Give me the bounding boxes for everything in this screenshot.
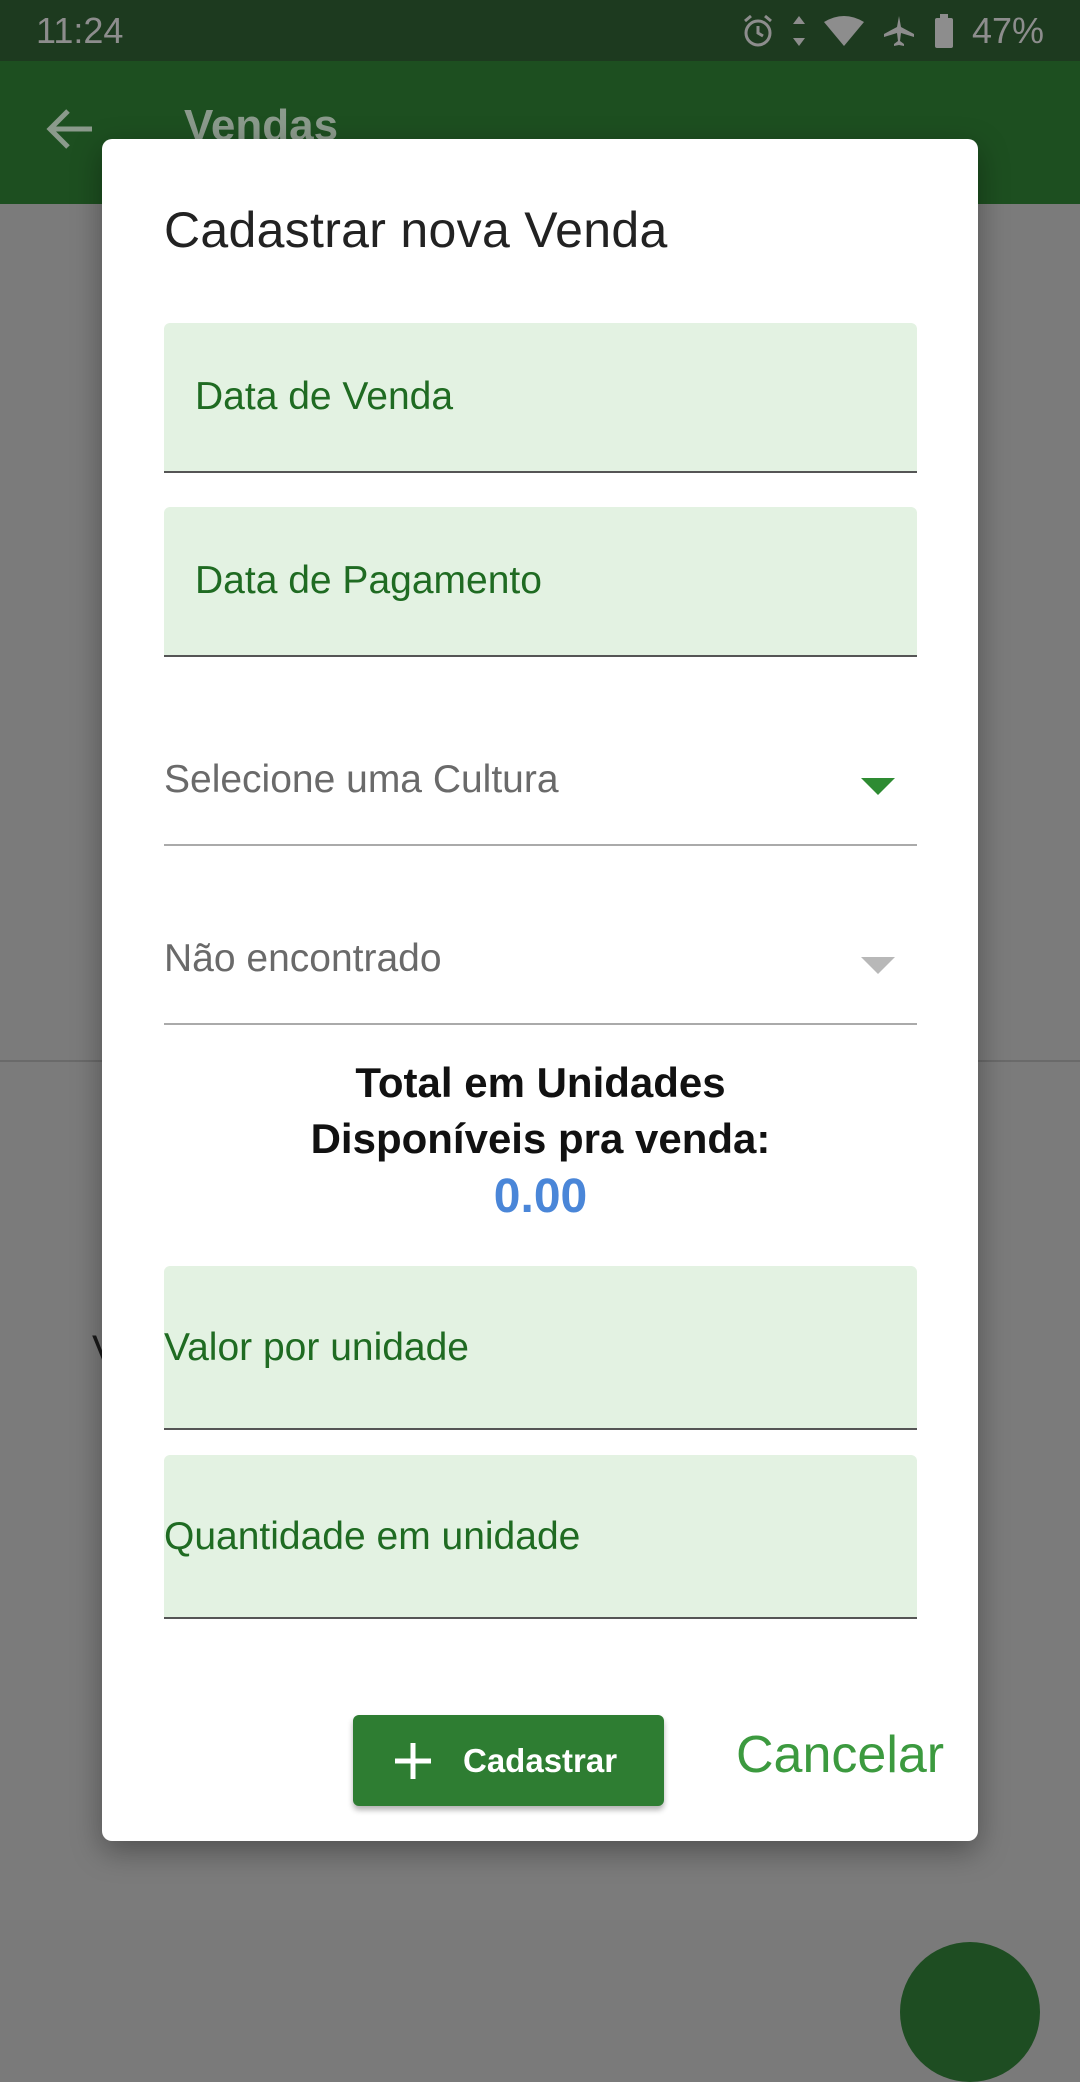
total-label-line2: Disponíveis pra venda: — [310, 1115, 771, 1162]
new-sale-dialog: Cadastrar nova Venda Data de Venda Data … — [102, 139, 978, 1841]
arrow-left-icon[interactable] — [46, 107, 94, 151]
data-arrows-icon — [792, 15, 805, 46]
wifi-icon — [823, 15, 864, 46]
total-label-line1: Total em Unidades — [355, 1059, 726, 1106]
quantity-label: Quantidade em unidade — [164, 1515, 581, 1558]
add-fab-button[interactable] — [900, 1942, 1040, 2082]
unit-value-field[interactable]: Valor por unidade — [164, 1266, 917, 1430]
unit-value-label: Valor por unidade — [164, 1326, 469, 1369]
dropdown-arrow-icon — [861, 957, 895, 974]
battery-icon — [934, 13, 953, 48]
submit-button[interactable]: Cadastrar — [353, 1715, 664, 1806]
dropdown-arrow-icon — [861, 778, 895, 795]
dialog-title: Cadastrar nova Venda — [164, 202, 668, 258]
alarm-icon — [743, 14, 772, 46]
sale-date-label: Data de Venda — [195, 375, 454, 418]
total-available: Total em Unidades Disponíveis pra venda:… — [164, 1055, 917, 1227]
airplane-icon — [883, 15, 914, 46]
status-icons: 47% — [742, 10, 1044, 52]
status-time: 11:24 — [36, 9, 124, 51]
culture-select-label: Selecione uma Cultura — [164, 758, 559, 801]
payment-date-label: Data de Pagamento — [195, 559, 542, 602]
plus-icon — [395, 1742, 431, 1779]
payment-date-field[interactable]: Data de Pagamento — [164, 507, 917, 657]
quantity-field[interactable]: Quantidade em unidade — [164, 1455, 917, 1619]
item-select-label: Não encontrado — [164, 937, 442, 980]
total-value: 0.00 — [493, 1170, 588, 1223]
submit-button-label: Cadastrar — [463, 1741, 618, 1779]
culture-select[interactable]: Selecione uma Cultura — [164, 736, 917, 846]
cancel-button[interactable]: Cancelar — [736, 1725, 944, 1785]
status-bar: 11:24 47% — [0, 0, 1080, 61]
sale-date-field[interactable]: Data de Venda — [164, 323, 917, 473]
item-select[interactable]: Não encontrado — [164, 915, 917, 1025]
battery-level: 47% — [971, 9, 1044, 51]
